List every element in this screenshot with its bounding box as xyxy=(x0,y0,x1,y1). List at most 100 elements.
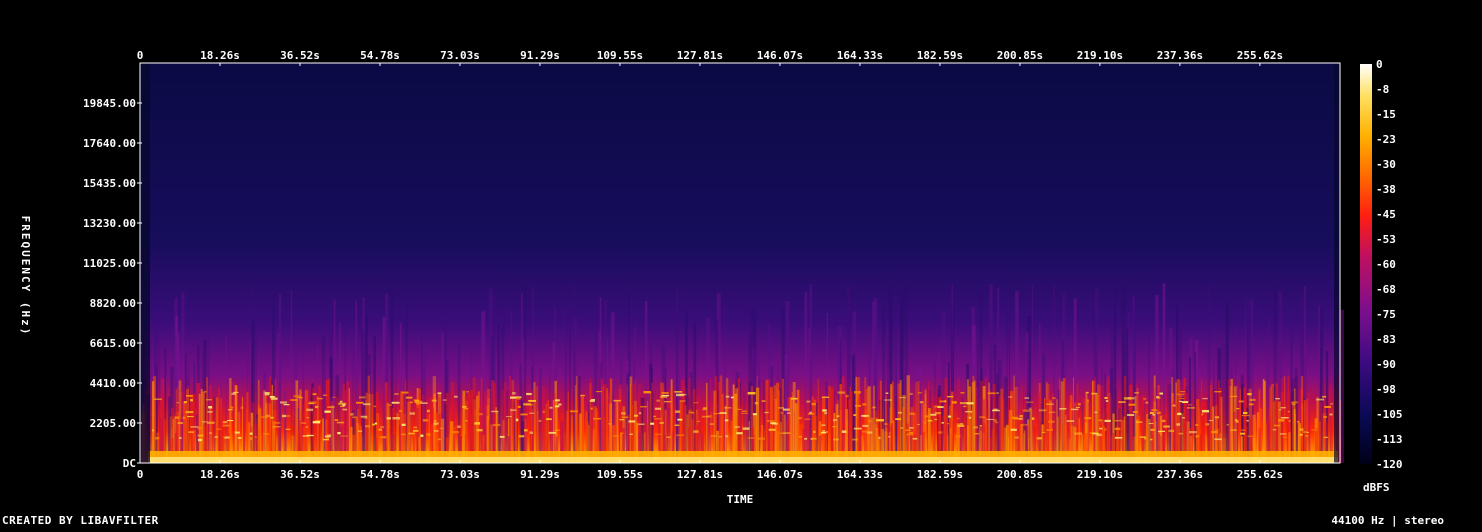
harmonic-dash xyxy=(1151,409,1158,412)
harmonic-dash xyxy=(1098,419,1103,422)
harmonic-dash xyxy=(697,420,700,422)
harmonic-dash xyxy=(197,427,203,430)
harmonic-dash xyxy=(900,427,904,429)
x-tick-label-top: 54.78s xyxy=(360,49,400,62)
harmonic-dash xyxy=(326,436,330,439)
harmonic-dash xyxy=(362,403,371,406)
harmonic-dash xyxy=(515,418,519,422)
harmonic-dash xyxy=(517,405,521,408)
harmonic-dash xyxy=(825,431,829,433)
harmonic-dash xyxy=(677,418,683,421)
harmonic-dash xyxy=(153,398,162,400)
streak-low xyxy=(944,377,947,463)
streak-mid xyxy=(149,334,152,463)
colorbar-tick-label: -15 xyxy=(1376,108,1396,121)
harmonic-dash xyxy=(518,435,525,438)
harmonic-dash xyxy=(1031,417,1035,420)
harmonic-dash xyxy=(960,392,965,394)
harmonic-dash xyxy=(867,420,872,423)
harmonic-dash xyxy=(340,435,348,437)
harmonic-dash xyxy=(957,424,965,427)
harmonic-dash xyxy=(595,391,602,393)
harmonic-dash xyxy=(1139,436,1146,438)
harmonic-dash xyxy=(1036,437,1042,440)
harmonic-dash xyxy=(790,397,798,400)
harmonic-dash xyxy=(1274,424,1281,427)
y-axis-label: FREQUENCY (Hz) xyxy=(19,216,32,337)
harmonic-dash xyxy=(1105,400,1109,402)
harmonic-dash xyxy=(1134,392,1139,394)
harmonic-dash xyxy=(966,402,974,405)
harmonic-dash xyxy=(1311,429,1318,431)
harmonic-dash xyxy=(965,410,973,413)
harmonic-dash xyxy=(415,399,419,402)
spectrogram-figure: 0 18.26s 36.52s 54.78s 73.03s 91.29s 109.55s 12… xyxy=(0,0,1482,528)
harmonic-dash xyxy=(290,399,298,401)
harmonic-dash xyxy=(937,406,944,409)
harmonic-dash xyxy=(1084,417,1092,420)
harmonic-dash xyxy=(538,420,542,422)
harmonic-dash xyxy=(549,406,553,409)
harmonic-dash xyxy=(862,424,869,427)
harmonic-dash xyxy=(724,419,729,422)
colorbar-tick-label: -83 xyxy=(1376,333,1396,346)
harmonic-dash xyxy=(1302,431,1307,433)
harmonic-dash xyxy=(364,425,370,428)
harmonic-dash xyxy=(996,392,999,394)
harmonic-dash xyxy=(1247,435,1254,438)
harmonic-dash xyxy=(554,429,560,431)
harmonic-dash xyxy=(182,416,186,420)
harmonic-dash xyxy=(1158,431,1161,434)
harmonic-dash xyxy=(491,410,499,413)
harmonic-dash xyxy=(1306,431,1309,433)
harmonic-dash xyxy=(1179,397,1185,400)
harmonic-dash xyxy=(1278,419,1285,422)
harmonic-dash xyxy=(1158,430,1166,432)
x-tick-label-top: 91.29s xyxy=(520,49,560,62)
harmonic-dash xyxy=(1018,417,1023,420)
harmonic-dash xyxy=(478,412,483,416)
harmonic-dash xyxy=(363,417,369,419)
x-tick-label-top: 18.26s xyxy=(200,49,240,62)
harmonic-dash xyxy=(1099,427,1103,430)
streak-low xyxy=(988,382,990,463)
harmonic-dash xyxy=(279,401,288,404)
footer-credit: CREATED BY LIBAVFILTER xyxy=(2,514,159,527)
harmonic-dash xyxy=(1156,397,1161,399)
harmonic-dash xyxy=(274,422,281,424)
harmonic-dash xyxy=(272,426,281,428)
harmonic-dash xyxy=(305,426,309,428)
harmonic-dash xyxy=(203,391,207,393)
harmonic-dash xyxy=(593,417,601,420)
x-tick-label-top: 182.59s xyxy=(917,49,963,62)
harmonic-dash xyxy=(558,403,562,406)
y-tick-label: 15435.00 xyxy=(83,177,136,190)
harmonic-dash xyxy=(1010,428,1017,431)
harmonic-dash xyxy=(629,433,633,436)
harmonic-dash xyxy=(821,424,826,426)
harmonic-dash xyxy=(386,417,391,420)
harmonic-dash xyxy=(1201,413,1204,416)
x-tick-label-bottom: 91.29s xyxy=(520,468,560,481)
harmonic-dash xyxy=(1214,429,1219,431)
harmonic-dash xyxy=(197,438,203,442)
harmonic-dash xyxy=(1305,435,1309,437)
harmonic-dash xyxy=(474,422,480,425)
harmonic-dash xyxy=(1195,424,1199,426)
harmonic-dash xyxy=(1014,417,1020,420)
harmonic-dash xyxy=(526,392,532,396)
y-tick-label: 19845.00 xyxy=(83,97,136,110)
harmonic-dash xyxy=(206,399,212,401)
harmonic-dash xyxy=(719,412,727,414)
harmonic-dash xyxy=(768,428,776,431)
harmonic-dash xyxy=(778,407,785,409)
harmonic-dash xyxy=(607,423,612,425)
harmonic-dash xyxy=(388,404,392,406)
harmonic-dash xyxy=(633,414,638,417)
colorbar-tick-label: -53 xyxy=(1376,233,1396,246)
colorbar-tick-label: -23 xyxy=(1376,133,1396,146)
harmonic-dash xyxy=(733,425,737,427)
harmonic-dash xyxy=(222,424,230,427)
harmonic-dash xyxy=(1022,409,1031,412)
harmonic-dash xyxy=(190,399,193,402)
